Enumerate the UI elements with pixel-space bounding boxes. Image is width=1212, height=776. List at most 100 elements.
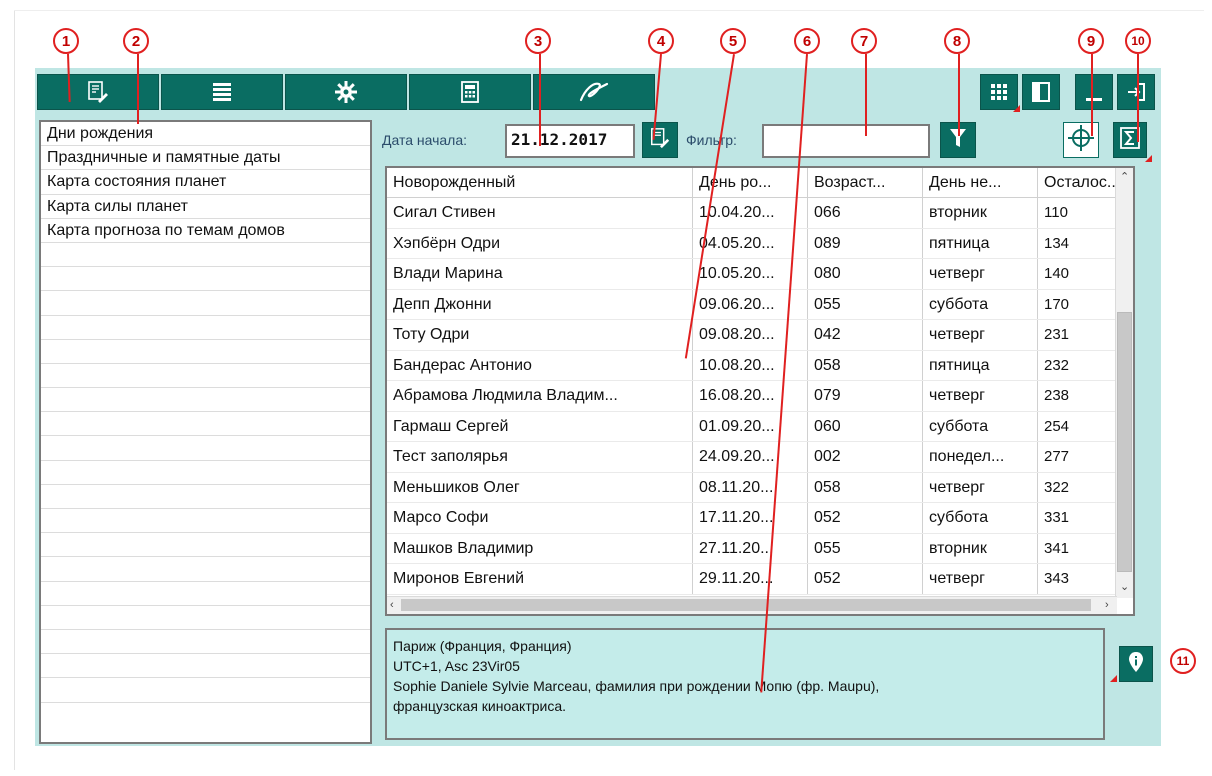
table-row[interactable]: Миронов Евгений 29.11.20... 052 четверг 343 <box>387 564 1117 595</box>
table-cell: 058 <box>808 472 923 502</box>
column-header[interactable]: Новорожденный <box>387 168 693 197</box>
list-item[interactable]: Карта силы планет <box>41 195 370 219</box>
signature-icon <box>577 80 611 104</box>
table-row[interactable]: Бандерас Антонио 10.08.20... 058 пятница 232 <box>387 350 1117 381</box>
info-panel: Париж (Франция, Франция) UTC+1, Asc 23Vi… <box>385 628 1105 740</box>
empty-row <box>41 412 370 437</box>
callout-7: 7 <box>851 28 877 54</box>
dropdown-indicator <box>1145 155 1152 162</box>
table-cell: 042 <box>808 320 923 350</box>
parameters-bar: Дата начала: 21.12.2017 Фильтр: <box>380 120 1160 164</box>
table-row[interactable]: Меньшиков Олег 08.11.20... 058 четверг 322 <box>387 472 1117 503</box>
toolbar-button-signature[interactable] <box>533 74 655 110</box>
empty-row <box>41 678 370 703</box>
table-cell: 079 <box>808 381 923 411</box>
birthday-table[interactable]: Новорожденный День ро... Возраст... День… <box>385 166 1135 616</box>
empty-row <box>41 582 370 606</box>
empty-row <box>41 654 370 679</box>
empty-row <box>41 316 370 340</box>
table-row[interactable]: Машков Владимир 27.11.20... 055 вторник 341 <box>387 533 1117 564</box>
table-cell: 341 <box>1044 539 1070 557</box>
table-cell: суббота <box>923 289 1038 319</box>
table-cell: 27.11.20... <box>693 533 808 563</box>
table-row[interactable]: Влади Марина 10.05.20... 080 четверг 140 <box>387 259 1117 290</box>
table-cell: 058 <box>808 350 923 380</box>
callout-10: 10 <box>1125 28 1151 54</box>
column-header[interactable]: Возраст... <box>808 168 923 197</box>
table-cell: 231 <box>1044 326 1070 343</box>
table-row[interactable]: Абрамова Людмила Владим... 16.08.20... 079… <box>387 381 1117 412</box>
filter-input[interactable] <box>762 124 930 158</box>
info-button[interactable] <box>1119 646 1153 682</box>
empty-row <box>41 340 370 364</box>
list-item[interactable]: Карта состояния планет <box>41 170 370 195</box>
table-cell: 238 <box>1044 387 1070 404</box>
table-cell: Тоту Одри <box>387 320 693 350</box>
table-cell: Меньшиков Олег <box>387 472 693 502</box>
table-cell: 089 <box>808 228 923 258</box>
grid-view-icon <box>989 82 1009 102</box>
table-cell: Гармаш Сергей <box>387 411 693 441</box>
table-cell: 080 <box>808 259 923 289</box>
table-row[interactable]: Депп Джонни 09.06.20... 055 суббота 170 <box>387 289 1117 320</box>
start-date-field[interactable]: 21.12.2017 <box>505 124 635 158</box>
empty-row <box>41 461 370 485</box>
toolbar-button-minimize[interactable] <box>1075 74 1113 110</box>
table-row[interactable]: Тоту Одри 09.08.20... 042 четверг 231 <box>387 320 1117 351</box>
filter-label: Фильтр: <box>686 132 737 148</box>
gear-icon <box>334 80 358 104</box>
list-item[interactable]: Праздничные и памятные даты <box>41 146 370 171</box>
scroll-down-icon[interactable]: ⌄ <box>1120 580 1129 593</box>
table-row[interactable]: Тест заполярья 24.09.20... 002 понедел... 27… <box>387 442 1117 473</box>
horizontal-scroll-thumb[interactable] <box>401 599 1091 611</box>
dropdown-indicator <box>1013 105 1020 112</box>
sum-button[interactable] <box>1113 122 1147 158</box>
empty-row <box>41 291 370 316</box>
table-cell: 343 <box>1044 570 1070 587</box>
leader-line-7 <box>865 54 867 136</box>
callout-1: 1 <box>53 28 79 54</box>
empty-row <box>41 606 370 630</box>
horizontal-scrollbar[interactable]: ‹ › <box>387 596 1117 614</box>
table-row[interactable]: Гармаш Сергей 01.09.20... 060 суббота 254 <box>387 411 1117 442</box>
table-cell: Бандерас Антонио <box>387 350 693 380</box>
table-cell: 232 <box>1044 356 1070 374</box>
chart-document-icon <box>86 80 110 104</box>
callout-8: 8 <box>944 28 970 54</box>
table-cell: четверг <box>923 564 1038 594</box>
list-item[interactable]: Дни рождения <box>41 122 370 147</box>
target-button[interactable] <box>1063 122 1099 158</box>
empty-row <box>41 364 370 389</box>
toolbar-button-chart[interactable] <box>37 74 159 110</box>
empty-row <box>41 243 370 268</box>
callout-4: 4 <box>648 28 674 54</box>
scroll-right-icon[interactable]: › <box>1105 599 1109 611</box>
empty-row <box>41 436 370 461</box>
scroll-up-icon[interactable]: ⌃ <box>1120 170 1129 183</box>
vertical-scroll-thumb[interactable] <box>1117 312 1132 572</box>
toolbar-button-settings[interactable] <box>285 74 407 110</box>
column-header[interactable]: День не... <box>923 168 1038 197</box>
toolbar-button-exit[interactable] <box>1117 74 1155 110</box>
table-row[interactable]: Марсо Софи 17.11.20... 052 суббота 331 <box>387 503 1117 534</box>
info-line: французская киноактриса. <box>393 698 567 714</box>
table-cell: 08.11.20... <box>693 472 808 502</box>
toolbar-button-calculator[interactable] <box>409 74 531 110</box>
panel-icon <box>1031 81 1051 103</box>
table-row[interactable]: Хэпбёрн Одри 04.05.20... 089 пятница 134 <box>387 228 1117 259</box>
table-cell: Тест заполярья <box>387 442 693 472</box>
list-icon <box>210 81 234 103</box>
exit-icon <box>1125 81 1147 103</box>
frame-line-top <box>14 10 1204 11</box>
app-window: Дни рождения Праздничные и памятные даты… <box>35 68 1161 746</box>
column-header[interactable]: Осталос... <box>1038 168 1117 197</box>
toolbar-button-panel[interactable] <box>1022 74 1060 110</box>
toolbar-button-list[interactable] <box>161 74 283 110</box>
empty-row <box>41 267 370 292</box>
table-row[interactable]: Сигал Стивен 10.04.20... 066 вторник 110 <box>387 198 1117 229</box>
table-cell: 055 <box>808 289 923 319</box>
scroll-left-icon[interactable]: ‹ <box>390 599 394 611</box>
list-item[interactable]: Карта прогноза по темам домов <box>41 219 370 243</box>
apply-date-button[interactable] <box>642 122 678 158</box>
vertical-scrollbar[interactable]: ⌃ ⌄ <box>1115 168 1133 598</box>
